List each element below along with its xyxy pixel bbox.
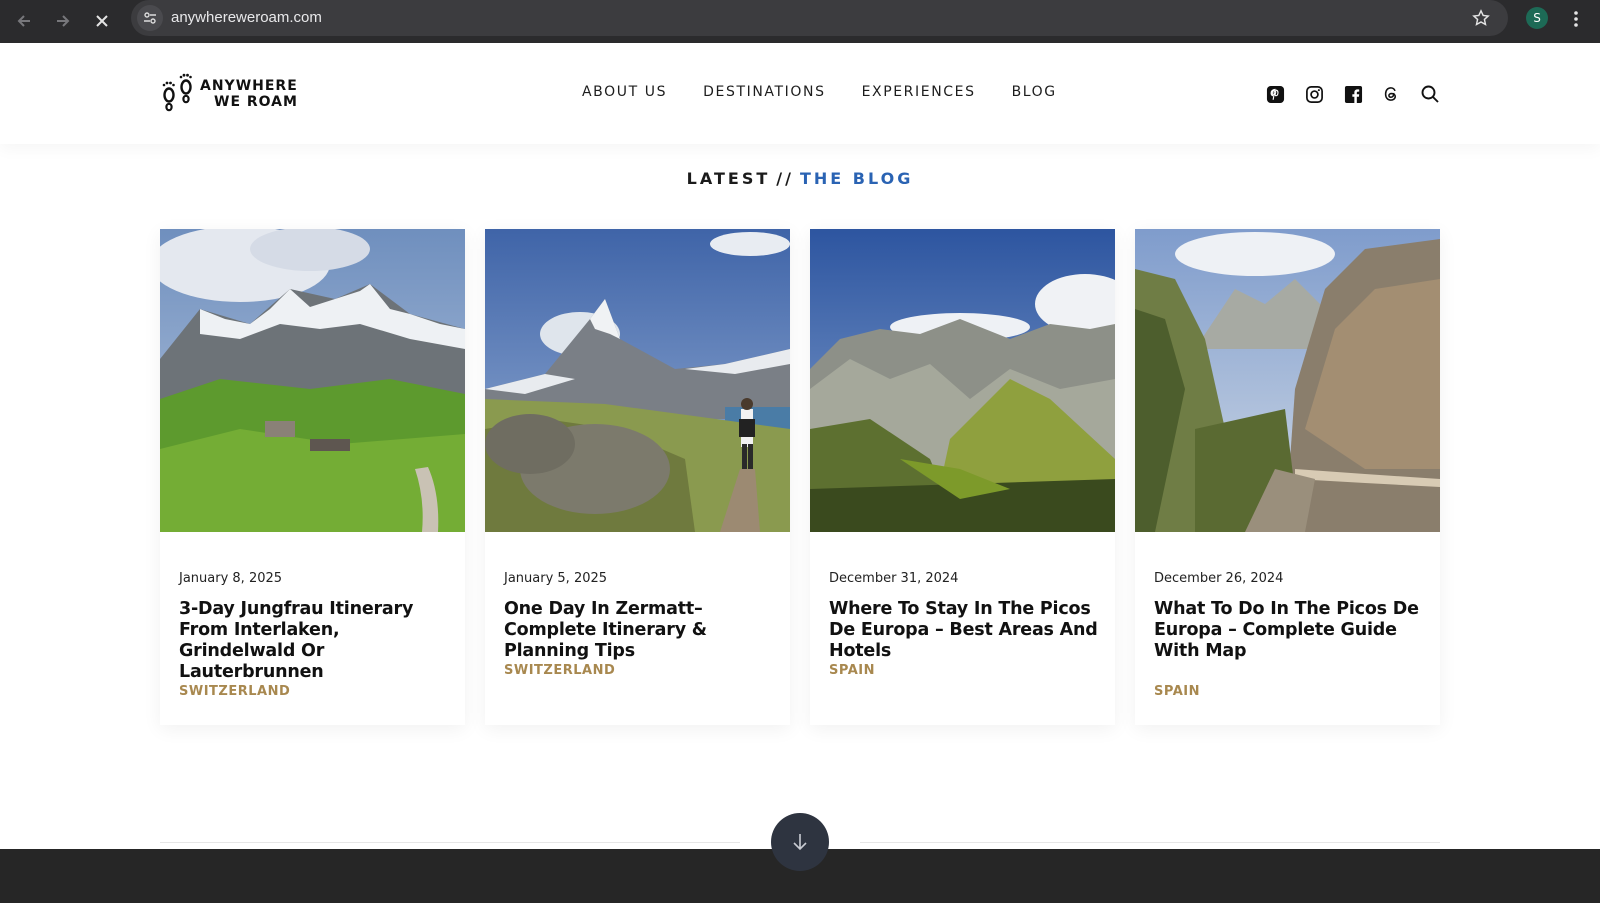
star-icon xyxy=(1472,9,1490,26)
more-vert-icon xyxy=(1574,11,1578,27)
mountain-photo xyxy=(160,229,465,532)
facebook-link[interactable] xyxy=(1342,83,1364,105)
pinterest-link[interactable] xyxy=(1264,83,1286,105)
card-image[interactable] xyxy=(160,229,465,532)
card-image[interactable] xyxy=(810,229,1115,532)
main-nav: ABOUT US DESTINATIONS EXPERIENCES BLOG xyxy=(582,84,1057,100)
arrow-right-icon xyxy=(57,15,70,27)
site-logo[interactable]: ANYWHERE WE ROAM xyxy=(160,73,298,115)
heading-highlight: THE BLOG xyxy=(799,169,914,188)
blog-card[interactable]: December 26, 2024 What To Do In The Pico… xyxy=(1135,229,1440,725)
bookmark-button[interactable] xyxy=(1468,5,1494,31)
search-icon xyxy=(1421,85,1439,103)
blog-card[interactable]: December 31, 2024 Where To Stay In The P… xyxy=(810,229,1115,725)
site-header: ANYWHERE WE ROAM ABOUT US DESTINATIONS E… xyxy=(0,43,1600,144)
heading-prefix: LATEST xyxy=(686,169,771,188)
logo-line1: ANYWHERE xyxy=(200,78,298,94)
logo-line2: WE ROAM xyxy=(214,94,298,110)
logo-wordmark: ANYWHERE WE ROAM xyxy=(200,78,298,110)
nav-about-us[interactable]: ABOUT US xyxy=(582,84,667,100)
section-heading: LATEST // THE BLOG xyxy=(0,169,1600,188)
post-category[interactable]: SWITZERLAND xyxy=(504,663,615,678)
nav-experiences[interactable]: EXPERIENCES xyxy=(862,84,976,100)
post-date: January 8, 2025 xyxy=(179,571,283,586)
nav-blog[interactable]: BLOG xyxy=(1012,84,1057,100)
post-title[interactable]: What To Do In The Picos De Europa – Comp… xyxy=(1154,599,1424,662)
threads-link[interactable] xyxy=(1380,83,1402,105)
post-category[interactable]: SPAIN xyxy=(829,663,875,678)
browser-toolbar: anywhereweroam.com S xyxy=(0,0,1600,43)
browser-menu-button[interactable] xyxy=(1566,6,1586,32)
arrow-down-icon xyxy=(793,834,807,851)
scroll-down-button[interactable] xyxy=(771,813,829,871)
close-icon xyxy=(96,15,108,27)
nav-destinations[interactable]: DESTINATIONS xyxy=(703,84,825,100)
divider-left xyxy=(160,842,740,843)
pinterest-icon xyxy=(1266,85,1284,103)
post-date: January 5, 2025 xyxy=(504,571,608,586)
threads-icon xyxy=(1384,87,1396,101)
url-text: anywhereweroam.com xyxy=(171,9,322,26)
facebook-icon xyxy=(1344,85,1362,103)
mountain-photo xyxy=(485,229,790,532)
instagram-link[interactable] xyxy=(1303,83,1325,105)
divider-right xyxy=(860,842,1440,843)
card-image[interactable] xyxy=(1135,229,1440,532)
blog-card[interactable]: January 8, 2025 3-Day Jungfrau Itinerary… xyxy=(160,229,465,725)
post-title[interactable]: 3-Day Jungfrau Itinerary From Interlaken… xyxy=(179,599,449,683)
post-date: December 26, 2024 xyxy=(1154,571,1284,586)
post-category[interactable]: SWITZERLAND xyxy=(179,684,290,699)
post-title[interactable]: One Day In Zermatt– Complete Itinerary &… xyxy=(504,599,774,662)
footprints-icon xyxy=(162,73,192,112)
profile-avatar[interactable]: S xyxy=(1526,7,1548,29)
post-title[interactable]: Where To Stay In The Picos De Europa – B… xyxy=(829,599,1099,662)
post-category[interactable]: SPAIN xyxy=(1154,684,1200,699)
arrow-left-icon xyxy=(17,15,30,27)
site-info-button[interactable] xyxy=(137,5,163,31)
stop-loading-button[interactable] xyxy=(87,6,117,36)
forward-button[interactable] xyxy=(48,6,78,36)
mountain-photo xyxy=(1135,229,1440,532)
address-bar[interactable]: anywhereweroam.com xyxy=(131,0,1508,36)
instagram-icon xyxy=(1305,85,1323,103)
heading-separator: // xyxy=(776,169,794,188)
search-button[interactable] xyxy=(1419,83,1441,105)
post-date: December 31, 2024 xyxy=(829,571,959,586)
mountain-photo xyxy=(810,229,1115,532)
card-image[interactable] xyxy=(485,229,790,532)
blog-card[interactable]: January 5, 2025 One Day In Zermatt– Comp… xyxy=(485,229,790,725)
back-button[interactable] xyxy=(9,6,39,36)
tune-icon xyxy=(144,12,156,24)
